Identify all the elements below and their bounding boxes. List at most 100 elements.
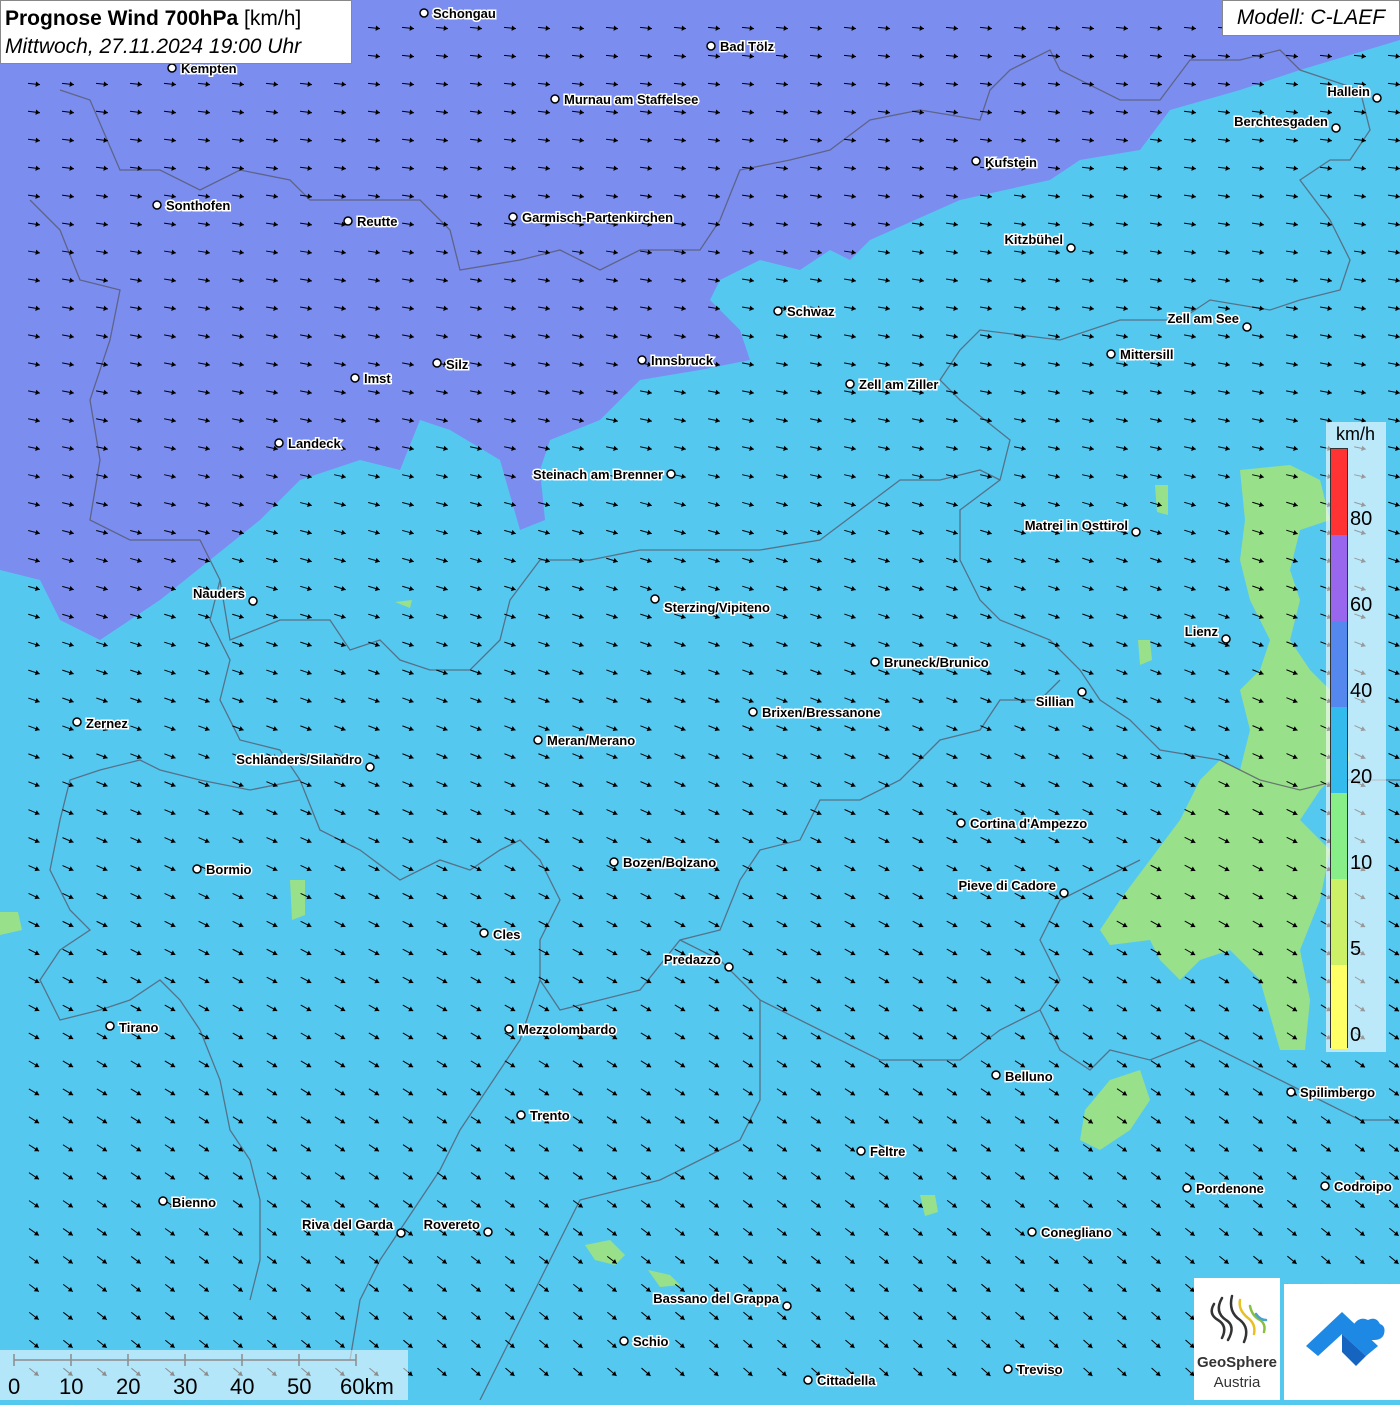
city-marker bbox=[516, 1110, 526, 1120]
city-marker bbox=[419, 8, 429, 18]
city-marker bbox=[1372, 93, 1382, 103]
city-label: Reutte bbox=[357, 214, 397, 229]
legend-seg-60 bbox=[1331, 535, 1347, 621]
city-label: Codroipo bbox=[1334, 1179, 1392, 1194]
city-label: Schongau bbox=[433, 6, 496, 21]
legend-color-bar bbox=[1330, 448, 1348, 1049]
city-label: Cles bbox=[493, 927, 520, 942]
city-label: Conegliano bbox=[1041, 1225, 1112, 1240]
map-title-main: Prognose Wind 700hPa bbox=[5, 7, 239, 30]
geosphere-emblem-icon bbox=[1210, 1294, 1268, 1344]
city-marker bbox=[706, 41, 716, 51]
city-marker bbox=[152, 200, 162, 210]
city-label: Mittersill bbox=[1120, 347, 1173, 362]
city-label: Bozen/Bolzano bbox=[623, 855, 716, 870]
city-marker bbox=[72, 717, 82, 727]
city-label: Pordenone bbox=[1196, 1181, 1264, 1196]
city-marker bbox=[773, 306, 783, 316]
city-marker bbox=[1182, 1183, 1192, 1193]
legend-tick: 5 bbox=[1350, 938, 1362, 960]
city-marker bbox=[1331, 123, 1341, 133]
city-label: Imst bbox=[364, 371, 391, 386]
city-label: Steinach am Brenner bbox=[533, 467, 663, 482]
city-label: Tirano bbox=[119, 1020, 159, 1035]
city-label: Zell am See bbox=[1167, 311, 1239, 326]
cloud-app-logo[interactable] bbox=[1284, 1284, 1400, 1400]
legend-seg-5 bbox=[1331, 879, 1347, 965]
city-marker bbox=[1077, 687, 1087, 697]
city-label: Bassano del Grappa bbox=[653, 1291, 779, 1306]
city-marker bbox=[533, 735, 543, 745]
city-marker bbox=[365, 762, 375, 772]
city-label: Schlanders/Silandro bbox=[236, 752, 362, 767]
legend-tick: 40 bbox=[1350, 680, 1373, 702]
city-label: Murnau am Staffelsee bbox=[564, 92, 698, 107]
city-label: Meran/Merano bbox=[547, 733, 635, 748]
geosphere-logo[interactable]: GeoSphere Austria bbox=[1194, 1278, 1280, 1400]
scale-label: 20 bbox=[116, 1374, 141, 1399]
city-label: Kitzbühel bbox=[1005, 232, 1064, 247]
city-marker bbox=[396, 1228, 406, 1238]
geosphere-logo-line2: Austria bbox=[1213, 1374, 1261, 1391]
scale-label: 50 bbox=[287, 1374, 312, 1399]
city-marker bbox=[1059, 888, 1069, 898]
legend-seg-80 bbox=[1331, 449, 1347, 535]
city-label: Spilimbergo bbox=[1300, 1085, 1375, 1100]
legend-tick: 60 bbox=[1350, 594, 1373, 616]
legend-tick: 10 bbox=[1350, 852, 1373, 874]
city-marker bbox=[1106, 349, 1116, 359]
city-label: Silz bbox=[446, 357, 469, 372]
city-label: Kufstein bbox=[985, 155, 1037, 170]
city-label: Brixen/Bressanone bbox=[762, 705, 881, 720]
scale-label: 10 bbox=[59, 1374, 84, 1399]
model-label: Modell: C-LAEF bbox=[1222, 0, 1400, 36]
city-marker bbox=[1003, 1364, 1013, 1374]
city-label: Bad Tölz bbox=[720, 39, 775, 54]
geosphere-logo-line1: GeoSphere bbox=[1196, 1354, 1278, 1371]
city-label: Landeck bbox=[288, 436, 342, 451]
legend-seg-20 bbox=[1331, 707, 1347, 793]
city-label: Pieve di Cadore bbox=[958, 878, 1056, 893]
cloud-arrow-icon bbox=[1306, 1312, 1385, 1366]
city-marker bbox=[870, 657, 880, 667]
city-label: Sonthofen bbox=[166, 198, 230, 213]
city-label: Innsbruck bbox=[651, 353, 714, 368]
city-label: Zernez bbox=[86, 716, 128, 731]
city-marker bbox=[803, 1375, 813, 1385]
city-marker bbox=[609, 857, 619, 867]
city-marker bbox=[971, 156, 981, 166]
legend-unit: km/h bbox=[1336, 424, 1376, 444]
city-marker bbox=[748, 707, 758, 717]
scale-label: 40 bbox=[230, 1374, 255, 1399]
city-label: Berchtesgaden bbox=[1234, 114, 1328, 129]
city-marker bbox=[637, 355, 647, 365]
city-marker bbox=[1221, 634, 1231, 644]
city-label: Sillian bbox=[1036, 694, 1074, 709]
city-marker bbox=[856, 1146, 866, 1156]
legend-seg-40 bbox=[1331, 621, 1347, 707]
city-label: Schio bbox=[633, 1334, 668, 1349]
city-marker bbox=[1027, 1227, 1037, 1237]
city-label: Bruneck/Brunico bbox=[884, 655, 989, 670]
zone-10-20-small-5 bbox=[290, 880, 305, 920]
city-marker bbox=[479, 928, 489, 938]
city-label: Nauders bbox=[193, 586, 245, 601]
city-label: Lienz bbox=[1185, 624, 1219, 639]
legend-tick: 0 bbox=[1350, 1024, 1362, 1046]
city-label: Bormio bbox=[206, 862, 252, 877]
map-title-unit: [km/h] bbox=[244, 7, 302, 30]
forecast-date: Mittwoch, 27.11.2024 19:00 Uhr bbox=[5, 35, 302, 58]
city-marker bbox=[105, 1021, 115, 1031]
color-legend: km/h 80 60 40 20 10 5 0 bbox=[1326, 422, 1386, 1052]
city-label: Predazzo bbox=[664, 952, 721, 967]
wind-map: SchongauBad TölzKemptenMurnau am Staffel… bbox=[0, 0, 1400, 1400]
city-label: Matrei in Osttirol bbox=[1025, 518, 1128, 533]
city-marker bbox=[432, 358, 442, 368]
city-marker bbox=[782, 1301, 792, 1311]
city-marker bbox=[845, 379, 855, 389]
legend-tick: 20 bbox=[1350, 766, 1373, 788]
city-marker bbox=[192, 864, 202, 874]
city-label: Treviso bbox=[1017, 1362, 1063, 1377]
zone-10-20-small-7 bbox=[1155, 485, 1168, 515]
city-label: Trento bbox=[530, 1108, 570, 1123]
